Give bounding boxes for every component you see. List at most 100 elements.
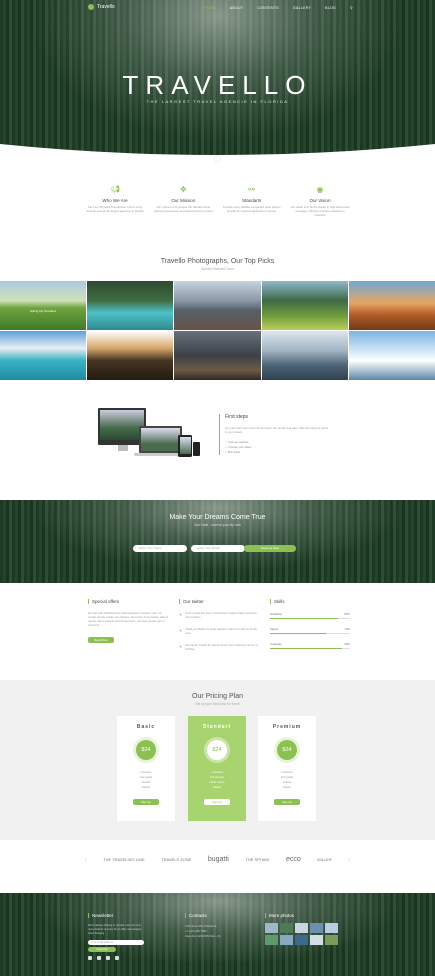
feature-vision: ◉ Our Vision Our vision is to be the lea… xyxy=(290,185,350,217)
info-columns: Special offers We Has both dedicated tea… xyxy=(88,599,350,652)
feature-text: Far from 30 years TravelloTour covers a … xyxy=(86,205,144,213)
thumbnail[interactable] xyxy=(280,935,293,945)
twitter-feed: Our twitter ✦ Such a great day here in Te… xyxy=(179,599,259,652)
partner-logo[interactable]: ecco xyxy=(286,856,301,863)
nav-blog[interactable]: BLOG xyxy=(325,6,336,10)
thumbnail[interactable] xyxy=(295,923,308,933)
chevron-right-icon[interactable]: › xyxy=(348,857,350,863)
skill-label: Reliability xyxy=(270,612,282,616)
feature-mission: ✥ Our Mission Our mission is to provide … xyxy=(153,185,213,217)
chevron-left-icon[interactable]: ‹ xyxy=(85,857,87,863)
newsletter-email-input[interactable]: Your email address xyxy=(88,940,144,945)
photo-green-hills[interactable]: Hiking trip Scotland xyxy=(0,281,87,330)
laptop-image xyxy=(139,426,182,453)
tweet-text: Thank you Bobby for great vacation! I wi… xyxy=(185,628,257,635)
photo-caption: Hiking trip Scotland xyxy=(30,309,56,313)
plan-name: Premium xyxy=(272,724,302,730)
partner-logo[interactable]: bugatti xyxy=(208,856,229,863)
plan-price: $24 xyxy=(277,740,297,760)
twitter-title: Our twitter xyxy=(179,599,259,604)
partner-logo[interactable]: THE SPHINX xyxy=(245,857,269,862)
twitter-icon[interactable] xyxy=(106,956,110,960)
feature-who: 📢︎ Who We Are Far from 30 years Travello… xyxy=(85,185,145,217)
monitor-stand xyxy=(118,445,128,451)
photo-valley[interactable] xyxy=(261,281,348,330)
footer-newsletter: Newsletter We're always looking to provi… xyxy=(88,913,146,960)
nav-home[interactable]: HOME xyxy=(204,6,216,10)
thumbnail[interactable] xyxy=(265,935,278,945)
tablet-image xyxy=(178,435,192,457)
nav-about[interactable]: ABOUT xyxy=(230,6,244,10)
hero-subtitle: THE LARGEST TRAVEL AGENCIE IN FLORIDA xyxy=(146,99,289,104)
read-more-button[interactable]: Read More xyxy=(88,637,114,643)
thumbnail[interactable] xyxy=(325,935,338,945)
plan-feature: Meals xyxy=(283,785,291,789)
logo[interactable]: Travello xyxy=(88,4,115,10)
thumbnail[interactable] xyxy=(310,923,323,933)
phone-image xyxy=(193,442,200,456)
nav-contents[interactable]: CONTENTS xyxy=(257,6,279,10)
reserve-section: Make Your Dreams Come True Don't wait - … xyxy=(0,500,435,583)
thumbnail[interactable] xyxy=(325,923,338,933)
thumbnail[interactable] xyxy=(265,923,278,933)
photo-frozen-trees[interactable] xyxy=(261,331,348,380)
plan-name: Basic xyxy=(136,724,156,730)
tweet-text: Such a great day here in Tennessee! Look… xyxy=(185,612,257,619)
pricing-section: Our Pricing Plan Set up your ideal plan … xyxy=(0,680,435,840)
photo-mountains[interactable] xyxy=(174,281,261,330)
first-steps-list: Visit our website Choose your place Buy … xyxy=(225,440,329,455)
youtube-icon[interactable] xyxy=(88,956,92,960)
twitter-icon: ✦ xyxy=(179,612,183,617)
email-input[interactable]: Enter Your Email xyxy=(191,545,245,552)
logo-mark-icon xyxy=(88,4,94,10)
contact-hours: Open from 9AM-5PM Mon - Fri xyxy=(185,935,221,938)
instagram-icon[interactable] xyxy=(115,956,119,960)
skill-label: Speed xyxy=(270,627,279,631)
skill-bar-fill xyxy=(270,618,338,619)
reserve-title: Make Your Dreams Come True xyxy=(169,514,266,521)
partner-logo[interactable]: MILLER xyxy=(317,857,331,862)
signup-button[interactable]: Sign Up xyxy=(133,799,159,805)
signup-button[interactable]: Sign Up xyxy=(204,799,230,805)
footer: Newsletter We're always looking to provi… xyxy=(0,893,435,976)
skills: Skills Reliability 85% Speed 70% Creativit… xyxy=(270,599,350,652)
skills-title: Skills xyxy=(270,599,350,604)
partner-logo[interactable]: THE TRAVELING LINE xyxy=(103,857,144,862)
subscribe-button[interactable]: Subscribe xyxy=(88,947,116,952)
name-input[interactable]: Enter Your Name xyxy=(133,545,187,552)
photo-snowy-peaks[interactable] xyxy=(348,331,435,380)
feature-text: Our mission is to provide the ultimate t… xyxy=(153,205,213,213)
search-icon[interactable]: ⚲ xyxy=(350,6,353,10)
eye-icon: ◉ xyxy=(316,185,324,194)
footer-photos: More photos xyxy=(265,913,338,945)
plan-basic: Basic $24 Licenses Live guide Hotels Mea… xyxy=(117,716,175,821)
photo-beach[interactable] xyxy=(0,331,87,380)
partner-logo[interactable]: TRAVELS ZONE xyxy=(161,857,191,862)
thumbnail[interactable] xyxy=(310,935,323,945)
thumbnail[interactable] xyxy=(295,935,308,945)
nav-gallery[interactable]: GALLERY xyxy=(293,6,311,10)
photo-hiker[interactable] xyxy=(174,331,261,380)
skill-value: 70% xyxy=(344,627,350,631)
photo-forest-lake[interactable] xyxy=(87,331,174,380)
contacts-title: Contacts xyxy=(185,913,221,918)
twitter-icon: ✦ xyxy=(179,628,183,633)
reserve-subtitle: Don't wait - reserve your trip now xyxy=(194,523,241,527)
thumbnail[interactable] xyxy=(280,923,293,933)
social-links xyxy=(88,956,146,960)
photo-rock-sunset[interactable] xyxy=(348,281,435,330)
signup-button[interactable]: Sign Up xyxy=(274,799,300,805)
list-item: Buy ticket xyxy=(225,450,329,455)
plan-price: $24 xyxy=(136,740,156,760)
first-steps-text: You can write your main first text here.… xyxy=(225,426,328,434)
reserve-button[interactable]: Reserve Now xyxy=(244,545,296,552)
skill-label: Creativity xyxy=(270,642,282,646)
pricing-title: Our Pricing Plan xyxy=(192,693,243,700)
features-row: 📢︎ Who We Are Far from 30 years Travello… xyxy=(85,185,350,217)
photo-river[interactable] xyxy=(87,281,174,330)
feature-title: Our Vision xyxy=(309,198,331,203)
skill-bar-fill xyxy=(270,633,326,634)
facebook-icon[interactable] xyxy=(97,956,101,960)
newsletter-title: Newsletter xyxy=(88,913,146,918)
share-icon: ⚯ xyxy=(248,185,255,194)
